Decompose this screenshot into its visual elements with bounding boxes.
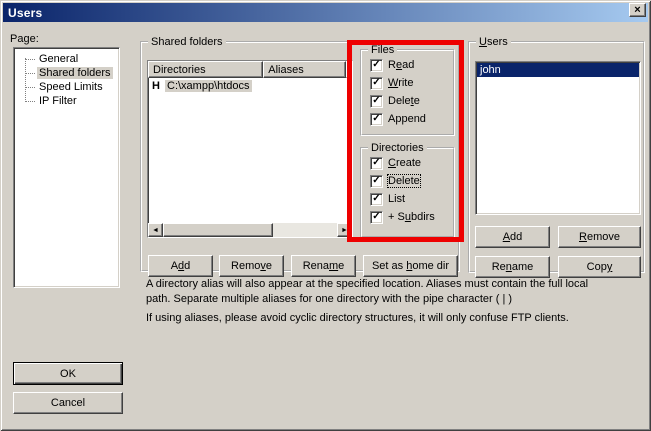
rename-user-button[interactable]: Rename [475,256,550,278]
scroll-left-icon: ◄ [152,227,159,234]
files-group: Files ✓ Read ✓ Write ✓ Delete ✓ Append [360,44,455,136]
add-user-button[interactable]: Add [475,226,550,248]
users-group-label: Users [476,36,511,48]
remove-user-button[interactable]: Remove [558,226,641,248]
directories-group: Directories ✓ Create ✓ Delete ✓ List ✓ +… [360,142,455,238]
user-item-john[interactable]: john [477,63,639,77]
directory-row[interactable]: H C:\xampp\htdocs [148,78,352,93]
remove-folder-button[interactable]: Remove [219,255,284,277]
directories-group-label: Directories [368,142,427,154]
read-checkbox-box[interactable]: ✓ [370,59,383,72]
rename-folder-button[interactable]: Rename [291,255,356,277]
checkbox-create[interactable]: ✓ Create [370,154,453,172]
check-icon: ✓ [372,96,380,106]
sidebar-item-shared-folders[interactable]: Shared folders [14,66,119,80]
create-checkbox-box[interactable]: ✓ [370,157,383,170]
window-title: Users [8,6,42,20]
check-icon: ✓ [372,194,380,204]
scroll-right-button[interactable]: ► [337,223,352,237]
checkbox-write[interactable]: ✓ Write [370,74,453,92]
copy-user-button[interactable]: Copy [558,256,641,278]
column-header-aliases[interactable]: Aliases [263,61,346,78]
check-icon: ✓ [372,158,380,168]
sidebar-item-ip-filter[interactable]: IP Filter [14,94,119,108]
check-icon: ✓ [372,176,380,186]
cancel-button[interactable]: Cancel [13,392,123,414]
users-list[interactable]: john [475,61,641,215]
add-folder-button[interactable]: Add [148,255,213,277]
scroll-left-button[interactable]: ◄ [148,223,163,237]
listview-header: Directories Aliases [148,61,352,78]
scroll-thumb[interactable] [163,223,273,237]
title-bar[interactable]: Users [3,3,648,22]
checkbox-delete-files[interactable]: ✓ Delete [370,92,453,110]
scroll-right-icon: ► [341,227,348,234]
subdirs-checkbox-box[interactable]: ✓ [370,211,383,224]
horizontal-scrollbar[interactable]: ◄ ► [148,223,352,237]
users-dialog: Users × Page: General Shared folders Spe… [0,0,651,431]
ok-button[interactable]: OK [13,362,123,385]
sidebar-item-general[interactable]: General [14,52,119,66]
home-flag: H [152,80,165,92]
write-checkbox-box[interactable]: ✓ [370,77,383,90]
alias-help-line2: path. Separate multiple aliases for one … [146,293,512,305]
sidebar-item-speed-limits[interactable]: Speed Limits [14,80,119,94]
set-home-dir-button[interactable]: Set as home dir [363,255,458,277]
close-button[interactable]: × [629,3,646,17]
directory-cell: C:\xampp\htdocs [165,80,252,92]
append-checkbox-box[interactable]: ✓ [370,113,383,126]
checkbox-read[interactable]: ✓ Read [370,56,453,74]
close-icon: × [634,5,640,16]
users-group: Users john Add Remove Rename Copy [468,36,645,273]
files-group-label: Files [368,44,397,56]
check-icon: ✓ [372,212,380,222]
column-header-filler [346,61,352,78]
check-icon: ✓ [372,78,380,88]
shared-folders-group-label: Shared folders [148,36,226,48]
page-label: Page: [10,33,39,45]
page-list[interactable]: General Shared folders Speed Limits IP F… [13,47,120,288]
check-icon: ✓ [372,60,380,70]
directories-listview[interactable]: Directories Aliases H C:\xampp\htdocs ◄ … [147,60,353,238]
checkbox-subdirs[interactable]: ✓ + Subdirs [370,208,453,226]
alias-help-line1: A directory alias will also appear at th… [146,278,588,290]
column-header-directories[interactable]: Directories [148,61,263,78]
checkbox-list[interactable]: ✓ List [370,190,453,208]
delete-files-checkbox-box[interactable]: ✓ [370,95,383,108]
checkbox-append[interactable]: ✓ Append [370,110,453,128]
checkbox-delete-dirs[interactable]: ✓ Delete [370,172,453,190]
delete-dirs-checkbox-box[interactable]: ✓ [370,175,383,188]
list-checkbox-box[interactable]: ✓ [370,193,383,206]
cyclic-help-line: If using aliases, please avoid cyclic di… [146,312,569,324]
check-icon: ✓ [372,114,380,124]
